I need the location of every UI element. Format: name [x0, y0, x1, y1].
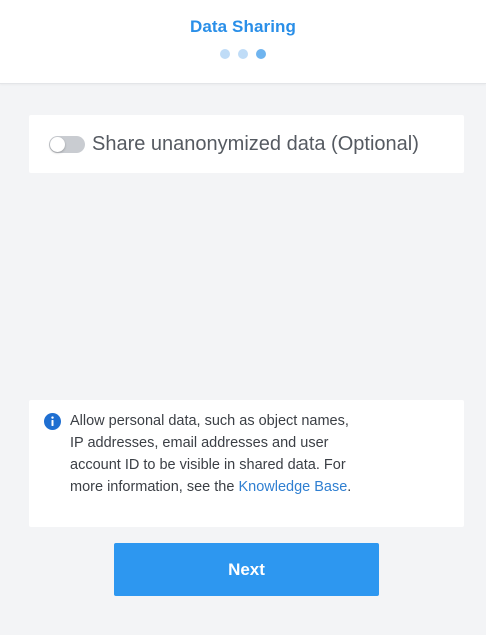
info-icon — [44, 413, 61, 430]
info-card: Allow personal data, such as object name… — [29, 400, 464, 527]
toggle-knob — [50, 137, 65, 152]
info-text: Allow personal data, such as object name… — [70, 410, 360, 498]
info-text-end: . — [347, 479, 352, 495]
header: Data Sharing — [0, 0, 486, 84]
next-button[interactable]: Next — [114, 543, 379, 596]
share-unanonymized-label: Share unanonymized data (Optional) — [92, 133, 419, 155]
step-dot-2 — [238, 49, 248, 59]
page-title: Data Sharing — [189, 17, 297, 36]
share-data-card: Share unanonymized data (Optional) — [29, 115, 464, 173]
step-dot-1 — [220, 49, 230, 59]
share-unanonymized-toggle[interactable] — [49, 136, 85, 153]
step-dot-3 — [256, 49, 266, 59]
step-indicator — [0, 49, 486, 59]
knowledge-base-link[interactable]: Knowledge Base — [238, 479, 347, 495]
